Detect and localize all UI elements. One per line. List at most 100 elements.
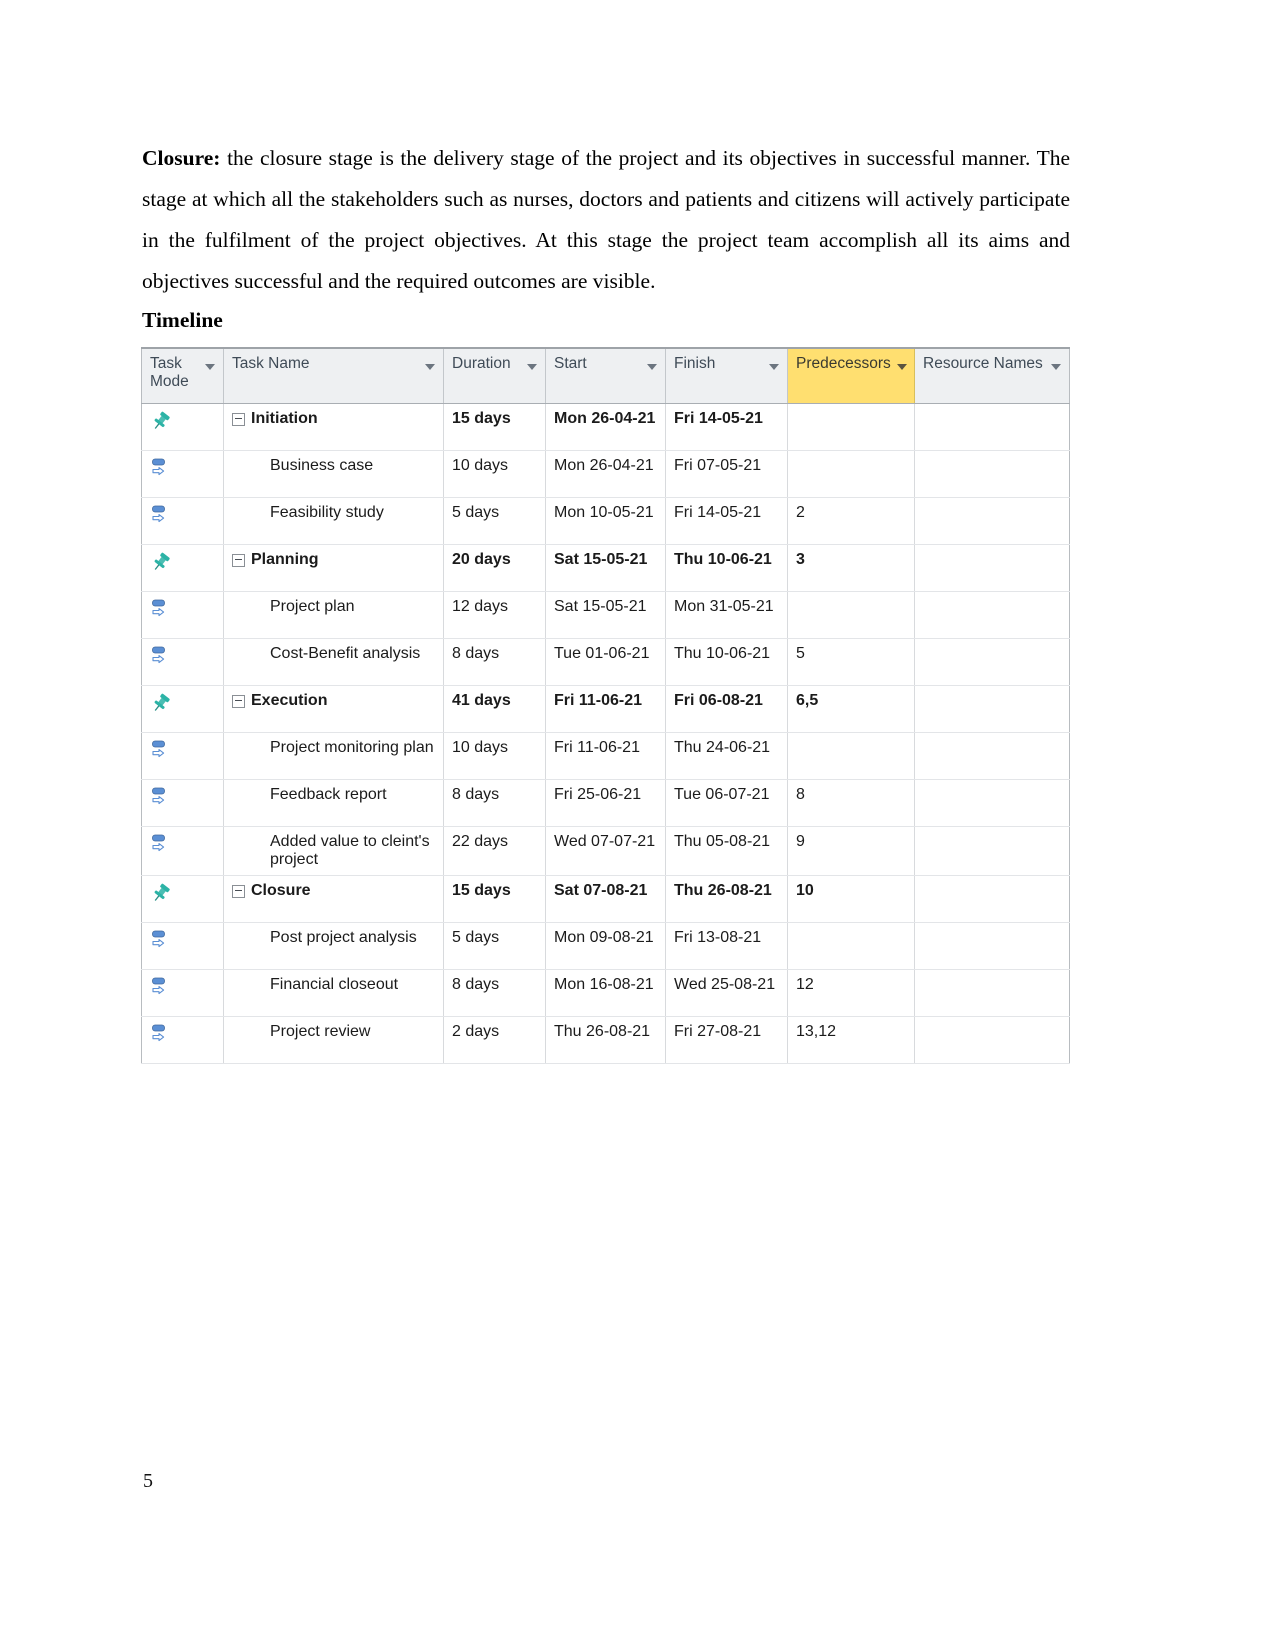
cell-resource-names[interactable] [914,969,1070,1017]
cell-start[interactable]: Mon 26-04-21 [545,450,666,498]
cell-start[interactable]: Thu 26-08-21 [545,1016,666,1064]
cell-start[interactable]: Fri 25-06-21 [545,779,666,827]
cell-duration[interactable]: 22 days [443,826,546,876]
column-header-resource-names[interactable]: Resource Names [914,348,1070,404]
cell-predecessors[interactable]: 3 [787,544,915,592]
table-row[interactable]: Post project analysis 5 days Mon 09-08-21 F… [141,922,1070,970]
cell-duration[interactable]: 10 days [443,450,546,498]
filter-dropdown-icon[interactable] [1051,364,1061,370]
cell-start[interactable]: Fri 11-06-21 [545,732,666,780]
cell-task-name[interactable]: Financial closeout [223,969,444,1017]
cell-resource-names[interactable] [914,450,1070,498]
cell-finish[interactable]: Tue 06-07-21 [665,779,788,827]
cell-start[interactable]: Mon 10-05-21 [545,497,666,545]
cell-start[interactable]: Sat 15-05-21 [545,544,666,592]
cell-start[interactable]: Fri 11-06-21 [545,685,666,733]
column-header-duration[interactable]: Duration [443,348,546,404]
cell-predecessors[interactable]: 12 [787,969,915,1017]
cell-task-mode[interactable] [141,544,224,592]
table-row[interactable]: Added value to cleint's project 22 days We… [141,826,1070,876]
collapse-outline-icon[interactable] [232,884,245,898]
cell-task-name[interactable]: Project review [223,1016,444,1064]
filter-dropdown-icon[interactable] [896,364,907,370]
cell-resource-names[interactable] [914,403,1070,451]
table-row[interactable]: Project monitoring plan 10 days Fri 11-06-… [141,732,1070,780]
cell-resource-names[interactable] [914,875,1070,923]
cell-task-name[interactable]: Project monitoring plan [223,732,444,780]
cell-finish[interactable]: Fri 14-05-21 [665,497,788,545]
cell-predecessors[interactable]: 6,5 [787,685,915,733]
cell-finish[interactable]: Thu 24-06-21 [665,732,788,780]
cell-task-name[interactable]: Execution [223,685,444,733]
cell-task-name[interactable]: Planning [223,544,444,592]
cell-duration[interactable]: 8 days [443,969,546,1017]
cell-finish[interactable]: Thu 10-06-21 [665,544,788,592]
cell-duration[interactable]: 8 days [443,779,546,827]
cell-finish[interactable]: Wed 25-08-21 [665,969,788,1017]
cell-task-mode[interactable] [141,450,224,498]
cell-task-mode[interactable] [141,638,224,686]
table-row[interactable]: Project review 2 days Thu 26-08-21 Fri 27-0… [141,1016,1070,1064]
cell-task-mode[interactable] [141,497,224,545]
cell-task-mode[interactable] [141,732,224,780]
cell-task-name[interactable]: Feedback report [223,779,444,827]
cell-predecessors[interactable]: 13,12 [787,1016,915,1064]
cell-task-name[interactable]: Added value to cleint's project [223,826,444,876]
cell-resource-names[interactable] [914,779,1070,827]
table-row[interactable]: Project plan 12 days Sat 15-05-21 Mon 31-05… [141,591,1070,639]
cell-start[interactable]: Tue 01-06-21 [545,638,666,686]
table-row[interactable]: Feedback report 8 days Fri 25-06-21 Tue 06-… [141,779,1070,827]
column-header-finish[interactable]: Finish [665,348,788,404]
cell-task-mode[interactable] [141,779,224,827]
table-row[interactable]: Business case 10 days Mon 26-04-21 Fri 07-0… [141,450,1070,498]
column-header-predecessors[interactable]: Predecessors [787,348,915,404]
cell-start[interactable]: Sat 07-08-21 [545,875,666,923]
table-row[interactable]: Financial closeout 8 days Mon 16-08-21 Wed … [141,969,1070,1017]
cell-resource-names[interactable] [914,732,1070,780]
cell-task-mode[interactable] [141,685,224,733]
cell-resource-names[interactable] [914,544,1070,592]
collapse-outline-icon[interactable] [232,553,245,567]
cell-start[interactable]: Mon 26-04-21 [545,403,666,451]
cell-start[interactable]: Mon 09-08-21 [545,922,666,970]
cell-resource-names[interactable] [914,922,1070,970]
cell-finish[interactable]: Fri 27-08-21 [665,1016,788,1064]
filter-dropdown-icon[interactable] [425,364,435,370]
table-row[interactable]: Planning 20 days Sat 15-05-21 Thu 10-06-21 3 [141,544,1070,592]
cell-task-name[interactable]: Business case [223,450,444,498]
cell-finish[interactable]: Thu 26-08-21 [665,875,788,923]
cell-predecessors[interactable] [787,922,915,970]
cell-duration[interactable]: 10 days [443,732,546,780]
column-header-task-mode[interactable]: Task Mode [141,348,224,404]
column-header-task-name[interactable]: Task Name [223,348,444,404]
cell-duration[interactable]: 20 days [443,544,546,592]
filter-dropdown-icon[interactable] [769,364,779,370]
collapse-outline-icon[interactable] [232,694,245,708]
cell-finish[interactable]: Thu 05-08-21 [665,826,788,876]
cell-predecessors[interactable]: 5 [787,638,915,686]
cell-task-mode[interactable] [141,591,224,639]
cell-finish[interactable]: Fri 06-08-21 [665,685,788,733]
cell-predecessors[interactable] [787,403,915,451]
cell-task-name[interactable]: Closure [223,875,444,923]
cell-resource-names[interactable] [914,591,1070,639]
cell-duration[interactable]: 15 days [443,403,546,451]
cell-resource-names[interactable] [914,685,1070,733]
cell-task-name[interactable]: Project plan [223,591,444,639]
cell-task-mode[interactable] [141,826,224,876]
cell-finish[interactable]: Fri 13-08-21 [665,922,788,970]
cell-task-mode[interactable] [141,1016,224,1064]
cell-resource-names[interactable] [914,1016,1070,1064]
cell-finish[interactable]: Mon 31-05-21 [665,591,788,639]
filter-dropdown-icon[interactable] [647,364,657,370]
cell-start[interactable]: Wed 07-07-21 [545,826,666,876]
cell-task-mode[interactable] [141,875,224,923]
cell-task-name[interactable]: Cost-Benefit analysis [223,638,444,686]
cell-duration[interactable]: 41 days [443,685,546,733]
table-row[interactable]: Cost-Benefit analysis 8 days Tue 01-06-21 T… [141,638,1070,686]
filter-dropdown-icon[interactable] [527,364,537,370]
cell-start[interactable]: Sat 15-05-21 [545,591,666,639]
cell-duration[interactable]: 12 days [443,591,546,639]
cell-predecessors[interactable] [787,732,915,780]
cell-start[interactable]: Mon 16-08-21 [545,969,666,1017]
